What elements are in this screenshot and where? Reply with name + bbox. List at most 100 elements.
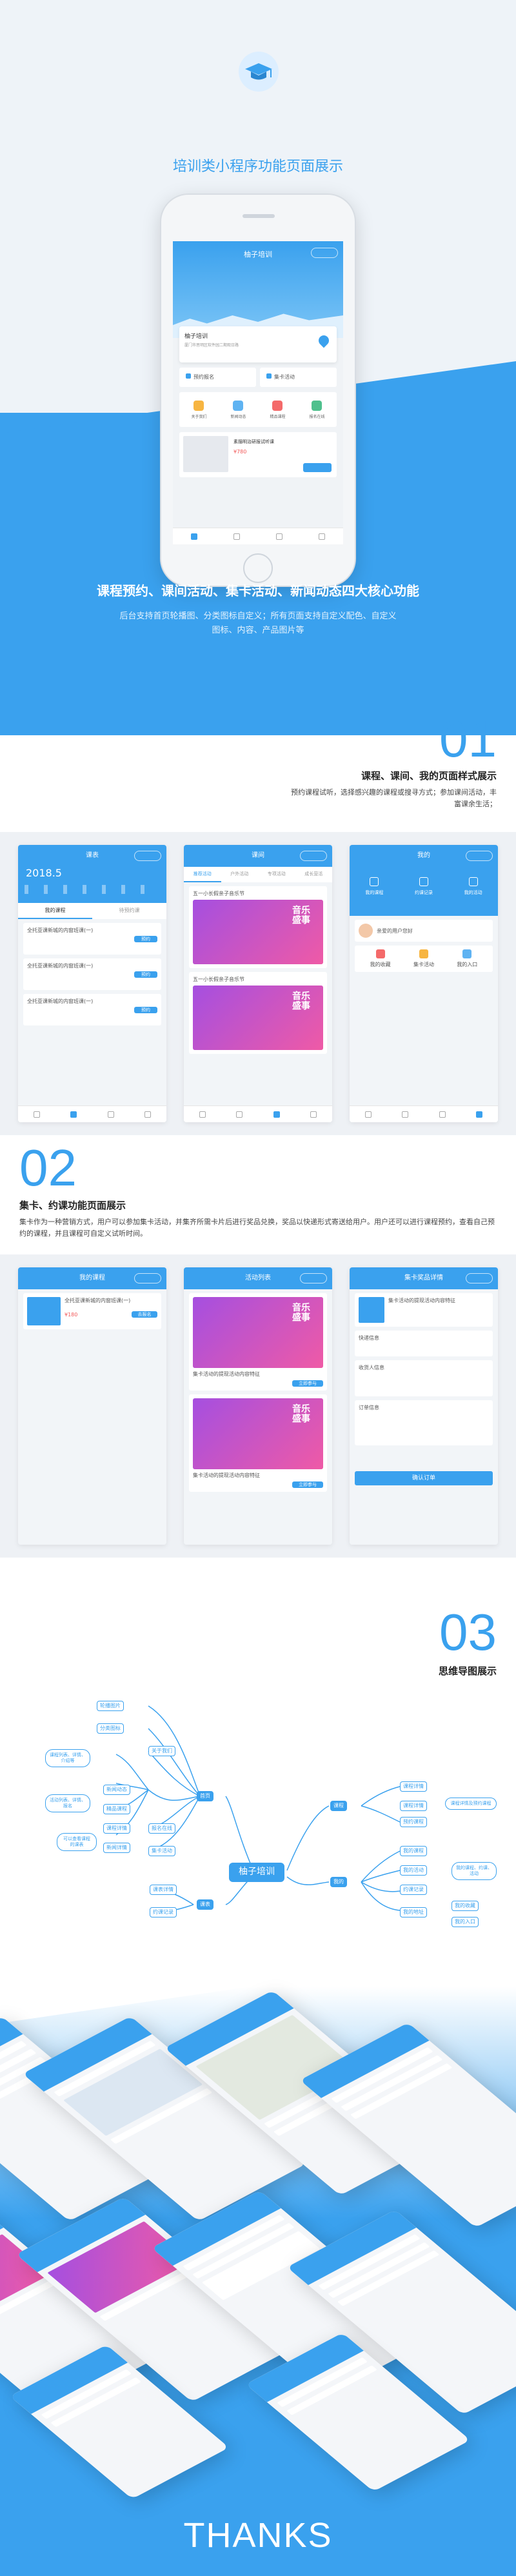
list-item[interactable]: 全托亚课新城的内窗班课(一) 预约 xyxy=(23,994,161,1025)
mindmap-node: 课程详情 xyxy=(400,1801,427,1811)
mindmap-node: 约课记录 xyxy=(400,1885,427,1895)
tab-bar xyxy=(18,1105,166,1122)
location-icon[interactable] xyxy=(316,333,332,348)
mindmap-note: 活动列表、详情、报名 xyxy=(45,1794,90,1812)
tab-growth[interactable]: 成长营活 xyxy=(295,867,333,882)
schedule-date: 2018.5 xyxy=(26,867,62,879)
mindmap-node: 预约课程 xyxy=(400,1817,427,1827)
tab-course-icon[interactable] xyxy=(70,1111,77,1118)
confirm-order-button[interactable]: 确认订单 xyxy=(355,1471,493,1485)
course-name: 全托亚课新城的内窗班课(一) xyxy=(27,998,94,1004)
course-title: 素描明治研报试听课 xyxy=(233,439,274,444)
activity-card[interactable]: 五一小长假亲子音乐节 音乐盛事 xyxy=(189,972,327,1054)
tab-home-icon[interactable] xyxy=(364,1111,372,1118)
tab-me-icon[interactable] xyxy=(476,1111,483,1118)
mindmap-node: 我的收藏 xyxy=(452,1901,479,1911)
grid-favorites[interactable]: 我的收藏 xyxy=(370,949,391,968)
mindmap-node: 新闻详情 xyxy=(103,1843,130,1853)
shortcut-reserve-record[interactable]: 约课记录 xyxy=(415,877,433,897)
miniapp-capsule-button[interactable] xyxy=(134,851,161,861)
me-grid: 我的收藏 集卡活动 我的入口 xyxy=(355,946,493,972)
category-signup[interactable]: 报名在线 xyxy=(309,400,325,419)
category-label: 新闻动态 xyxy=(230,414,246,419)
list-item[interactable]: 全托亚课新城的内窗班课(一) 预约 xyxy=(23,958,161,990)
mindmap-node: 关于我们 xyxy=(148,1746,175,1756)
tab-activity-icon[interactable] xyxy=(107,1111,114,1118)
activity-list-header: 活动列表 xyxy=(184,1267,332,1289)
tab-activity-icon[interactable] xyxy=(439,1111,446,1118)
tab-home-icon[interactable] xyxy=(191,533,197,540)
record-icon xyxy=(419,877,428,886)
miniapp-capsule-button[interactable] xyxy=(466,1273,493,1283)
list-item[interactable]: 全托亚课新城的内窗班课(一) ¥180 去报名 xyxy=(23,1293,161,1329)
course-signup-button[interactable] xyxy=(303,463,332,472)
reserve-button[interactable]: 预约 xyxy=(134,971,157,978)
course-thumbnail xyxy=(183,436,228,472)
shortcut-my-course[interactable]: 我的课程 xyxy=(365,877,383,897)
join-button[interactable]: 立即参与 xyxy=(292,1481,323,1488)
tab-activity-icon[interactable] xyxy=(273,1111,280,1118)
tab-pending-course[interactable]: 待预约课 xyxy=(92,903,166,919)
tab-recommend[interactable]: 推荐活动 xyxy=(184,867,221,882)
section2-title: 集卡、约课功能页面展示 xyxy=(19,1200,126,1211)
tab-home-icon[interactable] xyxy=(199,1111,206,1118)
category-news[interactable]: 新闻动态 xyxy=(230,400,246,419)
week-strip xyxy=(25,885,160,894)
section2-number: 02 xyxy=(19,1139,77,1196)
tab-bar xyxy=(350,1105,498,1122)
miniapp-capsule-button[interactable] xyxy=(311,248,338,258)
activity-card[interactable]: 音乐盛事 集卡活动的提现活动内容特征 立即参与 xyxy=(189,1293,327,1391)
grid-entry[interactable]: 我的入口 xyxy=(457,949,477,968)
reserve-button[interactable]: 预约 xyxy=(134,1007,157,1013)
poster-text: 音乐盛事 xyxy=(292,906,310,926)
tab-course-icon[interactable] xyxy=(402,1111,409,1118)
shop-menu-collect[interactable]: 集卡活动 xyxy=(260,368,337,387)
mindmap-branch-news: 课表 xyxy=(197,1899,213,1910)
shortcut-my-activity[interactable]: 我的活动 xyxy=(464,877,482,897)
join-button[interactable]: 立即参与 xyxy=(292,1380,323,1387)
user-message[interactable]: 亲爱的用户您好 xyxy=(355,920,493,942)
activity-card[interactable]: 音乐盛事 集卡活动的提现活动内容特征 立即参与 xyxy=(189,1394,327,1492)
tab-me-icon[interactable] xyxy=(310,1111,317,1118)
tab-me-icon[interactable] xyxy=(319,533,325,540)
screen-title: 我的课程 xyxy=(79,1274,105,1282)
course-card[interactable]: 素描明治研报试听课 ¥780 xyxy=(179,432,337,477)
miniapp-capsule-button[interactable] xyxy=(300,1273,327,1283)
phone-speaker xyxy=(243,214,275,218)
miniapp-capsule-button[interactable] xyxy=(466,851,493,861)
tab-me-icon[interactable] xyxy=(144,1111,152,1118)
home-button[interactable] xyxy=(243,553,273,583)
tab-course-icon[interactable] xyxy=(233,533,240,540)
receiver-info[interactable]: 收货人信息 xyxy=(355,1360,493,1396)
shop-card[interactable]: 柚子培训 厦门市思明区软件园二期观日路 xyxy=(179,326,337,362)
miniapp-capsule-button[interactable] xyxy=(300,851,327,861)
grid-collect[interactable]: 集卡活动 xyxy=(413,949,434,968)
tab-special[interactable]: 专项活动 xyxy=(258,867,295,882)
tab-activity-icon[interactable] xyxy=(276,533,283,540)
tab-my-course[interactable]: 我的课程 xyxy=(18,903,92,919)
tab-outdoor[interactable]: 户外活动 xyxy=(221,867,259,882)
activity-card[interactable]: 五一小长假亲子音乐节 音乐盛事 xyxy=(189,886,327,968)
mindmap-node: 集卡活动 xyxy=(148,1846,175,1856)
order-info: 订单信息 xyxy=(355,1400,493,1445)
course-name: 全托亚课新城的内窗班课(一) xyxy=(27,927,94,933)
intro-heading: 课程预约、课间活动、集卡活动、新闻动态四大核心功能 xyxy=(97,583,419,599)
mindmap-node: 课程详情 xyxy=(400,1781,427,1792)
page-title: 培训类小程序功能页面展示 xyxy=(172,159,343,175)
category-course[interactable]: 精品课程 xyxy=(270,400,286,419)
tab-home-icon[interactable] xyxy=(33,1111,40,1118)
list-item[interactable]: 全托亚课新城的内窗班课(一) 预约 xyxy=(23,923,161,955)
category-about[interactable]: 关于我们 xyxy=(191,400,207,419)
home-banner: 柚子培训 xyxy=(173,241,343,338)
prize-detail-header: 集卡奖品详情 xyxy=(350,1267,498,1289)
prize-item: 集卡活动的提现活动内容特征 xyxy=(355,1293,493,1327)
miniapp-capsule-button[interactable] xyxy=(134,1273,161,1283)
category-label: 关于我们 xyxy=(191,414,207,419)
reserve-button[interactable]: 预约 xyxy=(134,936,157,942)
activity-poster: 音乐盛事 xyxy=(193,986,323,1050)
shop-menu-reserve[interactable]: 预约报名 xyxy=(179,368,256,387)
signup-button[interactable]: 去报名 xyxy=(132,1311,157,1318)
activity-title: 五一小长假亲子音乐节 xyxy=(193,976,244,982)
section1-description: 预约课程试听，选择感兴趣的课程或搜寻方式；参加课间活动，丰富课余生活； xyxy=(291,788,497,808)
tab-course-icon[interactable] xyxy=(236,1111,243,1118)
